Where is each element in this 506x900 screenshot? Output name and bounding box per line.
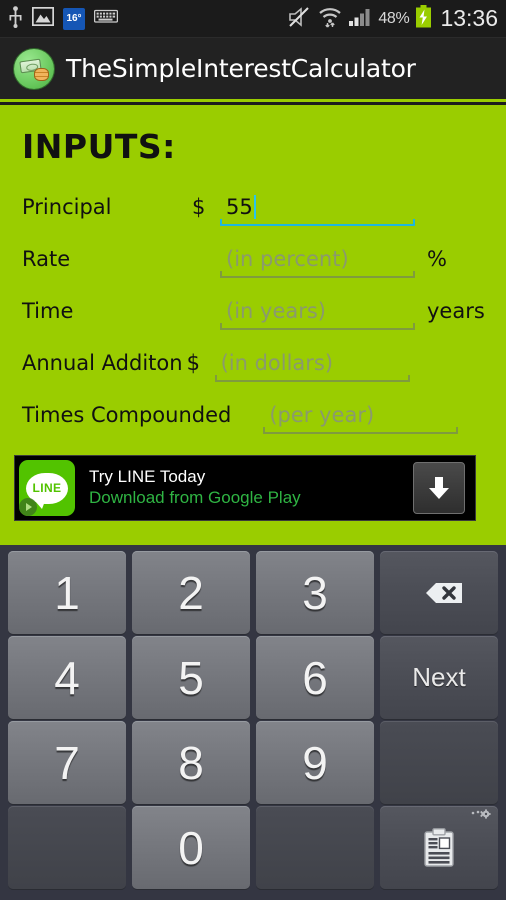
key-label: 2 [178,566,204,619]
suffix-time: years [427,299,485,323]
key-label: 7 [54,736,80,789]
money-stack-icon [14,48,54,89]
ad-download-button[interactable] [413,462,465,514]
label-rate: Rate [22,247,71,271]
temperature-badge: 16° [63,7,85,30]
input-times-compounded-placeholder: (per year) [269,403,375,427]
label-principal: Principal [22,195,112,219]
key-9[interactable]: 9 [256,721,374,804]
ad-play-badge-icon [19,498,37,516]
key-blank-3[interactable] [256,806,374,889]
input-underline [220,323,415,330]
status-bar-left-icons: 16° [8,5,119,32]
ad-subtitle: Download from Google Play [89,488,301,507]
field-row-annual-addition: Annual Additon $ (in dollars) [0,348,506,400]
key-next[interactable]: Next [380,636,498,719]
page-title: TheSimpleInterestCalculator [66,54,416,83]
usb-icon [8,5,23,32]
key-label: 3 [302,566,328,619]
keyboard-row: 0 [5,806,501,889]
input-underline [263,427,459,434]
clipboard-icon [424,827,454,867]
label-annual-addition: Annual Additon [22,351,183,375]
key-3[interactable]: 3 [256,551,374,634]
key-5[interactable]: 5 [132,636,250,719]
clock-label: 13:36 [440,5,498,31]
key-label: 0 [178,821,204,874]
key-4[interactable]: 4 [8,636,126,719]
key-2[interactable]: 2 [132,551,250,634]
keyboard-row: 1 2 3 [5,551,501,634]
line-logo-label: LINE [32,481,62,495]
input-form: Principal $ 55 Rate (in percent) % Time … [0,192,506,452]
field-row-rate: Rate (in percent) % [0,244,506,296]
input-time-placeholder: (in years) [226,299,326,323]
wifi-icon [318,6,342,32]
status-bar-right-icons: 48% 13:36 [288,5,498,32]
gear-icon [471,809,491,819]
key-blank-2[interactable] [8,806,126,889]
text-caret [253,195,256,219]
signal-icon [348,7,372,31]
battery-percent-label: 48% [378,9,410,27]
key-6[interactable]: 6 [256,636,374,719]
key-blank-1[interactable] [380,721,498,804]
label-time: Time [22,299,74,323]
key-label: Next [412,662,466,692]
prefix-annual-addition: $ [186,351,200,375]
key-8[interactable]: 8 [132,721,250,804]
key-label: 6 [302,651,328,704]
ad-text-block: Try LINE Today Download from Google Play [89,467,413,509]
inputs-heading: INPUTS: [22,127,176,166]
key-backspace[interactable] [380,551,498,634]
coins-shape [34,67,49,81]
app-title-bar: TheSimpleInterestCalculator [0,38,506,102]
image-icon [31,6,55,30]
key-7[interactable]: 7 [8,721,126,804]
label-times-compounded: Times Compounded [22,403,232,427]
battery-charging-icon [415,5,432,32]
input-time[interactable]: (in years) [220,296,415,330]
backspace-icon [426,582,462,603]
key-label: 8 [178,736,204,789]
keyboard-row: 4 5 6 Next [5,636,501,719]
numeric-keyboard: 1 2 3 4 5 6 Next 7 8 9 0 [0,545,506,900]
keyboard-row: 7 8 9 [5,721,501,804]
line-logo-icon: LINE [19,460,75,516]
key-0[interactable]: 0 [132,806,250,889]
suffix-rate: % [427,247,447,271]
keyboard-settings-indicator [471,809,493,820]
key-clipboard[interactable] [380,806,498,889]
keyboard-icon [93,9,119,28]
prefix-principal: $ [192,195,206,219]
input-principal[interactable]: 55 [220,192,415,226]
mute-icon [288,6,312,32]
input-annual-addition-placeholder: (in dollars) [220,351,334,375]
field-row-time: Time (in years) years [0,296,506,348]
input-annual-addition[interactable]: (in dollars) [214,348,410,382]
field-row-times-compounded: Times Compounded (per year) [0,400,506,452]
key-label: 4 [54,651,80,704]
key-1[interactable]: 1 [8,551,126,634]
ad-banner[interactable]: LINE Try LINE Today Download from Google… [14,455,476,521]
input-underline [220,219,415,226]
status-bar: 16° 48% 13:36 [0,0,506,38]
key-label: 1 [54,566,80,619]
input-times-compounded[interactable]: (per year) [263,400,459,434]
input-underline [214,375,410,382]
ad-title: Try LINE Today [89,467,206,486]
key-label: 9 [302,736,328,789]
field-row-principal: Principal $ 55 [0,192,506,244]
device-screen: 16° 48% 13:36 TheSimpleInterestCalculato… [0,0,506,900]
key-label: 5 [178,651,204,704]
input-principal-value: 55 [226,195,253,219]
input-rate-placeholder: (in percent) [226,247,349,271]
download-arrow-icon [429,477,449,499]
input-rate[interactable]: (in percent) [220,244,415,278]
input-underline [220,271,415,278]
